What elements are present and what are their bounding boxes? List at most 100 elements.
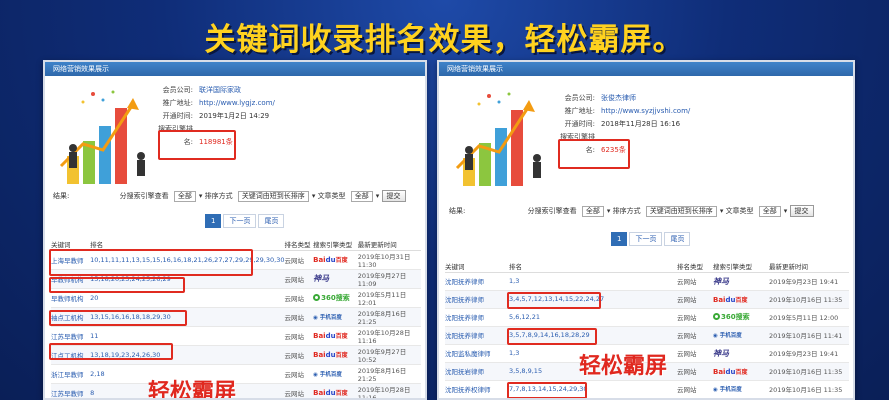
keyword-cell[interactable]: 沈阳监私魔律师 — [445, 344, 509, 363]
update-time-cell: 2019年10月16日 11:41 — [769, 326, 849, 345]
update-time-cell: 2019年5月11日 12:00 — [769, 308, 849, 327]
submit-button[interactable]: 提交 — [789, 205, 814, 217]
callout-text: 轻松霸屏 — [579, 354, 668, 379]
callout-text: 轻松霸屏 — [148, 380, 237, 400]
info-row: 开通时间: 2019年1月2日 14:29 — [162, 112, 270, 120]
panel-title: 网络营销效果展示 — [45, 62, 425, 76]
page-current[interactable]: 1 — [205, 214, 222, 228]
engine-select[interactable]: 全部 — [581, 205, 604, 217]
engine-cell: 神马 — [713, 272, 769, 291]
person-figure — [465, 146, 473, 154]
next-page-link[interactable]: 下一页 — [223, 214, 257, 228]
highlight-box — [49, 343, 173, 360]
rank-type-cell: 云网站 — [284, 383, 314, 398]
engine-cell: ◉ 手机百度 — [713, 380, 769, 398]
rank-type-cell: 云网站 — [284, 326, 314, 346]
sort-select[interactable]: 关键词由短到长排序 — [237, 190, 309, 202]
pagination: 1 下一页 尾页 — [611, 232, 692, 246]
table-row: 沈阳抚养律师 3,4,5,7,12,13,14,15,22,24,27 云网站 Bai… — [445, 290, 849, 309]
rank-type-cell: 云网站 — [284, 288, 314, 308]
panel-title: 网络营销效果展示 — [439, 62, 853, 76]
update-time-cell: 2019年9月27日 11:09 — [357, 269, 421, 289]
baidu-logo-icon: Baidu百度 — [313, 332, 348, 340]
shenma-logo-icon: 神马 — [713, 348, 729, 358]
next-page-link[interactable]: 下一页 — [629, 232, 663, 246]
submit-button[interactable]: 提交 — [381, 190, 406, 202]
rank-cell: 1,3 — [509, 272, 677, 291]
illustration-bar — [511, 110, 523, 186]
rank-type-cell: 云网站 — [677, 308, 713, 327]
engine-cell: Baidu百度 — [313, 383, 358, 398]
type-select[interactable]: 全部 — [758, 205, 781, 217]
keyword-cell[interactable]: 沈阳抚养权律师 — [445, 380, 509, 398]
keyword-cell[interactable]: 沈阳抚岩律师 — [445, 362, 509, 381]
engine-cell: ◉ 手机百度 — [313, 364, 358, 384]
rank-type-cell: 云网站 — [284, 250, 314, 270]
table-row: 沈阳抚养律师 3,5,7,8,9,14,16,18,28,29 云网站 ◉ 手机百度 2… — [445, 326, 849, 345]
type-select[interactable]: 全部 — [350, 190, 373, 202]
highlight-box — [49, 249, 253, 276]
person-figure — [69, 144, 77, 152]
table-row: 沈阳抚养权律师 7,7,8,13,14,15,24,29,30 云网站 ◉ 手机百度 2… — [445, 380, 849, 398]
highlight-box — [158, 130, 236, 160]
growth-chart-illustration — [455, 92, 541, 186]
shenma-logo-icon: 神马 — [713, 276, 729, 286]
engine-cell: Baidu百度 — [713, 362, 769, 381]
engine-cell: Baidu百度 — [313, 250, 358, 270]
engine-cell: Baidu百度 — [313, 326, 358, 346]
keyword-cell[interactable]: 江苏早教师 — [51, 383, 91, 398]
info-row: 推广地址: http://www.syzjjvshi.com/ — [564, 107, 691, 115]
update-time-cell: 2019年9月23日 19:41 — [769, 344, 849, 363]
keyword-cell[interactable]: 沈阳抚养律师 — [445, 272, 509, 291]
growth-chart-illustration — [59, 90, 145, 184]
last-page-link[interactable]: 尾页 — [258, 214, 285, 228]
pagination: 1 下一页 尾页 — [205, 214, 286, 228]
rank-type-cell: 云网站 — [677, 290, 713, 309]
highlight-box — [507, 382, 587, 398]
promo-url-link[interactable]: http://www.syzjjvshi.com/ — [601, 107, 690, 115]
rank-type-cell: 云网站 — [284, 307, 314, 327]
update-time-cell: 2019年8月16日 21:25 — [357, 307, 421, 327]
keyword-cell[interactable]: 沈阳抚养律师 — [445, 326, 509, 345]
highlight-box — [49, 310, 187, 326]
keyword-cell[interactable]: 沈阳抚养律师 — [445, 290, 509, 309]
shenma-logo-icon: 神马 — [313, 274, 330, 283]
360-search-logo-icon: 360搜索 — [313, 293, 350, 303]
filter-bar: 结果: 分搜索引擎查看 全部 ▾ 排序方式 关键词由短到长排序 ▾ 文章类型 全部 ▾… — [53, 190, 406, 202]
info-row: 会员公司: 联洋国际家政 — [162, 86, 241, 94]
mobile-baidu-logo-icon: ◉ 手机百度 — [313, 371, 342, 378]
keyword-cell[interactable]: 沈阳抚养律师 — [445, 308, 509, 327]
keyword-cell[interactable]: 浙江早教师 — [51, 364, 91, 384]
update-time-cell: 2019年9月23日 19:41 — [769, 272, 849, 291]
rank-type-cell: 云网站 — [677, 326, 713, 345]
page-headline: 关键词收录排名效果，轻松霸屏。 — [204, 22, 685, 58]
promo-url-link[interactable]: http://www.lygjz.com/ — [199, 99, 275, 107]
update-time-cell: 2019年8月16日 21:25 — [357, 364, 421, 384]
engine-cell: 神马 — [313, 269, 358, 289]
table-header: 关键词 排名 排名类型 搜索引擎类型 最新更新时间 — [445, 260, 849, 273]
rank-type-cell: 云网站 — [677, 344, 713, 363]
engine-cell: 神马 — [713, 344, 769, 363]
highlight-box — [507, 292, 601, 309]
highlight-box — [49, 277, 185, 293]
info-row: 会员公司: 张俊杰律师 — [564, 94, 636, 102]
person-figure — [533, 154, 541, 162]
update-time-cell: 2019年10月31日 11:30 — [357, 250, 421, 270]
engine-cell: ◉ 手机百度 — [713, 326, 769, 345]
baidu-logo-icon: Baidu百度 — [313, 389, 348, 397]
engine-select[interactable]: 全部 — [173, 190, 196, 202]
baidu-logo-icon: Baidu百度 — [713, 367, 748, 376]
mobile-baidu-logo-icon: ◉ 手机百度 — [313, 314, 342, 321]
update-time-cell: 2019年10月28日 11:16 — [357, 383, 421, 398]
update-time-cell: 2019年10月16日 11:35 — [769, 362, 849, 381]
baidu-logo-icon: Baidu百度 — [313, 351, 348, 359]
page-current[interactable]: 1 — [611, 232, 628, 246]
sort-select[interactable]: 关键词由短到长排序 — [645, 205, 717, 217]
filter-bar: 结果: 分搜索引擎查看 全部 ▾ 排序方式 关键词由短到长排序 ▾ 文章类型 全部 ▾… — [449, 205, 814, 217]
update-time-cell: 2019年10月16日 11:35 — [769, 290, 849, 309]
rank-type-cell: 云网站 — [284, 269, 314, 289]
360-search-logo-icon: 360搜索 — [713, 312, 750, 322]
update-time-cell: 2019年10月16日 11:35 — [769, 380, 849, 398]
rank-type-cell: 云网站 — [677, 380, 713, 398]
last-page-link[interactable]: 尾页 — [664, 232, 691, 246]
